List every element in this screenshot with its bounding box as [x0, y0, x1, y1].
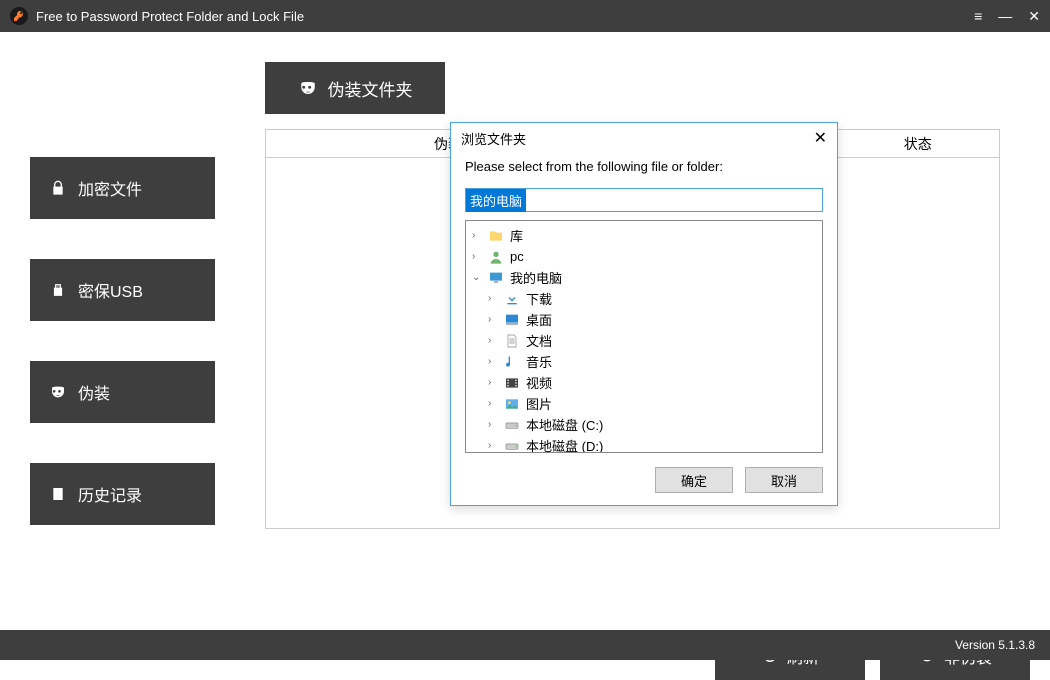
picture-icon	[504, 396, 522, 412]
expand-arrow-icon[interactable]: ›	[488, 293, 500, 304]
sidebar-item-encrypt[interactable]: 加密文件	[30, 157, 215, 219]
usb-icon	[48, 282, 68, 298]
path-value: 我的电脑	[466, 189, 526, 212]
tree-item-label: 库	[510, 226, 523, 245]
disguise-folder-label: 伪装文件夹	[328, 76, 413, 101]
app-icon	[10, 7, 28, 25]
expand-arrow-icon[interactable]: ›	[488, 419, 500, 430]
tree-item-label: 文档	[526, 331, 552, 350]
user-icon	[488, 249, 506, 265]
tree-item-label: pc	[510, 249, 524, 264]
document-icon	[504, 333, 522, 349]
sidebar-item-label: 加密文件	[78, 176, 142, 200]
dialog-titlebar: 浏览文件夹 ✕	[451, 123, 837, 153]
tree-item-label: 本地磁盘 (D:)	[526, 436, 603, 453]
expand-arrow-icon[interactable]: ›	[472, 251, 484, 262]
close-icon[interactable]: ✕	[1028, 8, 1040, 25]
tree-item[interactable]: ⌄ 我的电脑	[466, 267, 822, 288]
titlebar: Free to Password Protect Folder and Lock…	[0, 0, 1050, 32]
col-status[interactable]: 状态	[837, 130, 999, 158]
music-icon	[504, 354, 522, 370]
tree-item-label: 桌面	[526, 310, 552, 329]
folder-lib-icon	[488, 228, 506, 244]
tree-item-label: 我的电脑	[510, 268, 562, 287]
minimize-icon[interactable]: —	[998, 8, 1012, 25]
expand-arrow-icon[interactable]: ⌄	[472, 272, 484, 283]
ok-button[interactable]: 确定	[655, 467, 733, 493]
tree-item[interactable]: › 视频	[466, 372, 822, 393]
tree-item[interactable]: › 桌面	[466, 309, 822, 330]
expand-arrow-icon[interactable]: ›	[488, 356, 500, 367]
sidebar-item-history[interactable]: 历史记录	[30, 463, 215, 525]
tree-item[interactable]: › 本地磁盘 (C:)	[466, 414, 822, 435]
sidebar: 加密文件 密保USB 伪装 历史记录	[0, 32, 235, 630]
download-icon	[504, 291, 522, 307]
tree-item-label: 音乐	[526, 352, 552, 371]
tree-item[interactable]: › pc	[466, 246, 822, 267]
tree-item[interactable]: ›库	[466, 225, 822, 246]
tree-item-label: 视频	[526, 373, 552, 392]
expand-arrow-icon[interactable]: ›	[488, 335, 500, 346]
monitor-icon	[488, 270, 506, 286]
expand-arrow-icon[interactable]: ›	[488, 377, 500, 388]
sidebar-item-label: 伪装	[78, 380, 110, 404]
sidebar-item-label: 密保USB	[78, 278, 143, 302]
dialog-title-text: 浏览文件夹	[461, 129, 526, 148]
tree-item[interactable]: › 文档	[466, 330, 822, 351]
dialog-instruction: Please select from the following file or…	[465, 159, 823, 174]
version-label: Version 5.1.3.8	[955, 638, 1035, 652]
cancel-button[interactable]: 取消	[745, 467, 823, 493]
dialog-close-icon[interactable]: ✕	[814, 128, 827, 148]
mask-icon	[48, 384, 68, 400]
disk-icon	[504, 417, 522, 433]
footer: Version 5.1.3.8	[0, 630, 1050, 660]
expand-arrow-icon[interactable]: ›	[488, 398, 500, 409]
tree-item[interactable]: › 音乐	[466, 351, 822, 372]
sidebar-item-usb[interactable]: 密保USB	[30, 259, 215, 321]
lock-icon	[48, 180, 68, 196]
expand-arrow-icon[interactable]: ›	[488, 314, 500, 325]
folder-tree[interactable]: ›库›pc⌄我的电脑›下载›桌面›文档›音乐›视频›图片›本地磁盘 (C:)›本…	[465, 220, 823, 453]
disk-icon	[504, 438, 522, 454]
path-input[interactable]: 我的电脑	[465, 188, 823, 212]
tree-item-label: 下载	[526, 289, 552, 308]
tree-item[interactable]: › 图片	[466, 393, 822, 414]
tree-item-label: 图片	[526, 394, 552, 413]
menu-icon[interactable]: ≡	[974, 8, 982, 25]
desktop-icon	[504, 312, 522, 328]
expand-arrow-icon[interactable]: ›	[488, 440, 500, 451]
disguise-folder-button[interactable]: 伪装文件夹	[265, 62, 445, 114]
tree-item[interactable]: › 本地磁盘 (D:)	[466, 435, 822, 453]
tree-item-label: 本地磁盘 (C:)	[526, 415, 603, 434]
tree-item[interactable]: › 下载	[466, 288, 822, 309]
mask-icon	[298, 79, 318, 97]
expand-arrow-icon[interactable]: ›	[472, 230, 484, 241]
video-icon	[504, 375, 522, 391]
sidebar-item-disguise[interactable]: 伪装	[30, 361, 215, 423]
sidebar-item-label: 历史记录	[78, 482, 142, 506]
history-icon	[48, 486, 68, 502]
app-title: Free to Password Protect Folder and Lock…	[36, 9, 304, 24]
browse-folder-dialog: 浏览文件夹 ✕ Please select from the following…	[450, 122, 838, 506]
